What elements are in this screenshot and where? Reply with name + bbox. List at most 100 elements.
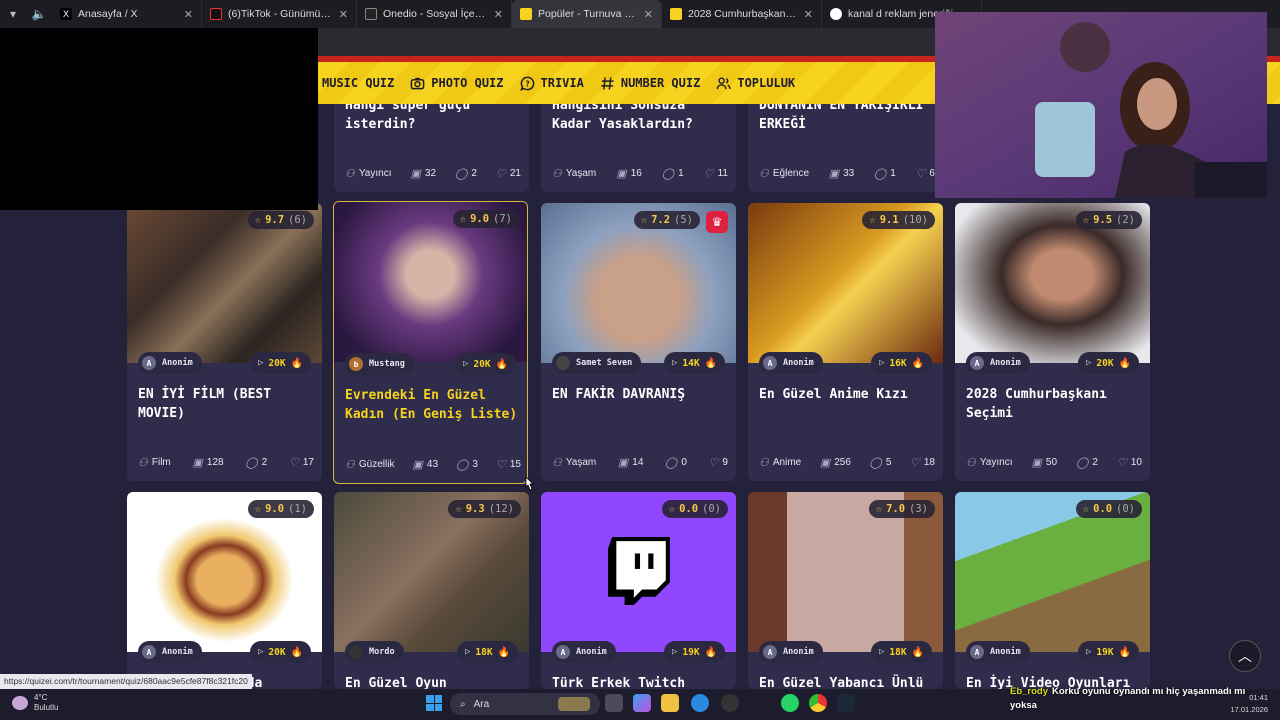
avatar: A <box>142 645 156 659</box>
category-icon: ⚇ <box>966 457 976 469</box>
heart-icon: ♡ <box>703 168 714 180</box>
author-badge[interactable]: A Anonim <box>138 641 202 663</box>
quiz-card[interactable]: DÜNYANIN EN YAKIŞIKLI ERKEĞİ ⚇ Eğlence ▣ 3… <box>748 104 943 192</box>
chrome-icon[interactable] <box>809 694 827 712</box>
card-title: Evrendeki En Güzel Kadın (En Geniş Liste… <box>345 388 518 422</box>
heart-icon: ♡ <box>915 168 926 180</box>
heart-icon: ♡ <box>909 457 920 469</box>
nav-label: TRIVIA <box>540 76 584 90</box>
browser-tab[interactable]: 2028 Cumhurbaşkanı Seçimi ✕ <box>662 0 822 28</box>
quiz-card[interactable]: ☆ 9.5 (2) A Anonim ▷ 20K 🔥 2028 Cumhurbaşkanı… <box>955 203 1150 481</box>
tab-audio-icon[interactable]: 🔈 <box>26 0 52 28</box>
questions-icon: ▣ <box>412 459 423 471</box>
twitch-logo-icon <box>608 537 670 605</box>
scroll-to-top-button[interactable]: ︿ <box>1229 640 1261 672</box>
close-icon[interactable]: ✕ <box>804 8 813 21</box>
quiz-card[interactable]: ☆ 0.0 (0) A Anonim ▷ 19K 🔥 Türk Erkek Twitch <box>541 492 736 689</box>
windows-start-icon[interactable] <box>426 695 442 711</box>
card-title: En Güzel Oyun <box>345 676 447 689</box>
tab-menu-icon[interactable]: ▾ <box>0 0 26 28</box>
star-icon: ☆ <box>640 214 648 226</box>
quiz-card[interactable]: Hangi süper güçü isterdin? ⚇ Yayıncı ▣ 32 … <box>334 104 529 192</box>
quiz-card[interactable]: ☆ 9.3 (12) Mordo ▷ 18K 🔥 En Güzel Oyun <box>334 492 529 689</box>
quiz-card[interactable]: ☆ 0.0 (0) A Anonim ▷ 19K 🔥 En İyi Video Oyunl… <box>955 492 1150 689</box>
browser-tab[interactable]: (6)TikTok - Günümüzü Güzelle ✕ <box>202 0 357 28</box>
author-badge[interactable]: A Anonim <box>759 352 823 374</box>
close-icon[interactable]: ✕ <box>644 8 653 21</box>
tiktok-icon <box>210 8 222 20</box>
close-icon[interactable]: ✕ <box>184 8 193 21</box>
quiz-card[interactable]: Hangisini Sonsuza Kadar Yasaklardın? ⚇ Ya… <box>541 104 736 192</box>
quiz-card-highlighted[interactable]: ☆ 9.0 (7) b Mustang ▷ 20K 🔥 Evrendeki En Güze… <box>333 201 528 484</box>
heart-icon: ♡ <box>1116 457 1127 469</box>
weather-temp: 4°C <box>34 693 48 702</box>
star-icon: ☆ <box>455 503 462 515</box>
play-icon: ▷ <box>1085 358 1092 368</box>
card-likes: 21 <box>509 168 521 179</box>
avatar: A <box>556 645 570 659</box>
questions-icon: ▣ <box>410 168 421 180</box>
browser-tab[interactable]: Onedio - Sosyal İçerik Platfor ✕ <box>357 0 512 28</box>
plays-count: 20K <box>1096 357 1114 369</box>
rating-count: (10) <box>902 214 928 226</box>
question-bubble-icon: ? <box>519 76 534 91</box>
nav-topluluk[interactable]: TOPLULUK <box>716 76 795 91</box>
author-badge[interactable]: Samet Seven <box>552 352 642 374</box>
quiz-card[interactable]: ☆ 9.7 (6) A Anonim ▷ 20K 🔥 EN İYİ FİLM (BEST … <box>127 203 322 481</box>
fire-icon: 🔥 <box>497 646 510 658</box>
quiz-card[interactable]: ☆ 7.0 (3) A Anonim ▷ 18K 🔥 En Güzel Yabancı Ü… <box>748 492 943 689</box>
card-title: EN FAKİR DAVRANIŞ <box>552 387 686 402</box>
black-overlay <box>0 28 318 210</box>
nav-number-quiz[interactable]: NUMBER QUIZ <box>600 76 700 91</box>
whatsapp-icon[interactable] <box>781 694 799 712</box>
nav-music-quiz[interactable]: MUSIC QUIZ <box>322 76 394 90</box>
card-title: Hangi süper güçü isterdin? <box>345 104 471 132</box>
browser-tab-active[interactable]: Popüler - Turnuva - Quizei ✕ <box>512 0 662 28</box>
rating-value: 0.0 <box>679 503 699 515</box>
quiz-card[interactable]: ☆9.0(1) AAnonim ▷20K🔥 Gıda <box>127 492 322 689</box>
copilot-icon[interactable] <box>633 694 651 712</box>
file-explorer-icon[interactable] <box>661 694 679 712</box>
nav-photo-quiz[interactable]: PHOTO QUIZ <box>410 76 504 91</box>
author-badge[interactable]: A Anonim <box>966 641 1030 663</box>
author-badge[interactable]: b Mustang <box>345 353 414 375</box>
author-name: Anonim <box>576 647 607 657</box>
stream-chat-message: Eb_rody Korku oyunu oynandı mı hiç yaşanm… <box>1010 685 1270 713</box>
heart-icon: ♡ <box>496 459 506 471</box>
edge-icon[interactable] <box>691 694 709 712</box>
author-badge[interactable]: A Anonim <box>966 352 1030 374</box>
weather-desc: Bulutlu <box>34 703 59 712</box>
nav-trivia[interactable]: ? TRIVIA <box>519 76 584 91</box>
plays-count: 18K <box>889 646 907 658</box>
star-icon: ☆ <box>875 503 883 515</box>
category-icon: ⚇ <box>759 168 769 180</box>
plays-count: 19K <box>682 646 700 658</box>
comment-icon: ◯ <box>455 168 468 180</box>
rating-badge: ☆ 9.5 (2) <box>1075 211 1142 229</box>
author-badge[interactable]: A Anonim <box>759 641 823 663</box>
author-badge[interactable]: Mordo <box>345 641 404 663</box>
tab-title: Anasayfa / X <box>78 8 138 20</box>
app-icon[interactable] <box>721 694 739 712</box>
quiz-card[interactable]: ☆ 9.1 (10) A Anonim ▷ 16K 🔥 En Güzel Anime Kı… <box>748 203 943 481</box>
chat-username: Eb_rody <box>1010 686 1049 697</box>
quiz-card[interactable]: ☆ 7.2 (5) ♛ Samet Seven ▷ 14K 🔥 EN FAKİR DAV… <box>541 203 736 481</box>
comment-icon: ◯ <box>665 457 678 469</box>
task-view-icon[interactable] <box>605 694 623 712</box>
steam-icon[interactable] <box>837 694 855 712</box>
author-badge[interactable]: A Anonim <box>138 352 202 374</box>
browser-tab[interactable]: X Anasayfa / X ✕ <box>52 0 202 28</box>
play-icon: ▷ <box>878 647 885 657</box>
close-icon[interactable]: ✕ <box>494 8 503 21</box>
author-badge[interactable]: A Anonim <box>552 641 616 663</box>
avatar: A <box>970 645 984 659</box>
close-icon[interactable]: ✕ <box>339 8 348 21</box>
card-questions: 50 <box>1045 457 1058 468</box>
weather-widget[interactable]: 4°C Bulutlu <box>12 693 58 713</box>
rating-count: (0) <box>702 503 721 515</box>
card-comments: 1 <box>890 168 896 179</box>
avatar <box>349 645 363 659</box>
author-name: Anonim <box>990 358 1021 368</box>
taskbar-search[interactable]: ⌕ Ara <box>450 693 600 715</box>
card-title: 2028 Cumhurbaşkanı Seçimi <box>966 387 1107 421</box>
